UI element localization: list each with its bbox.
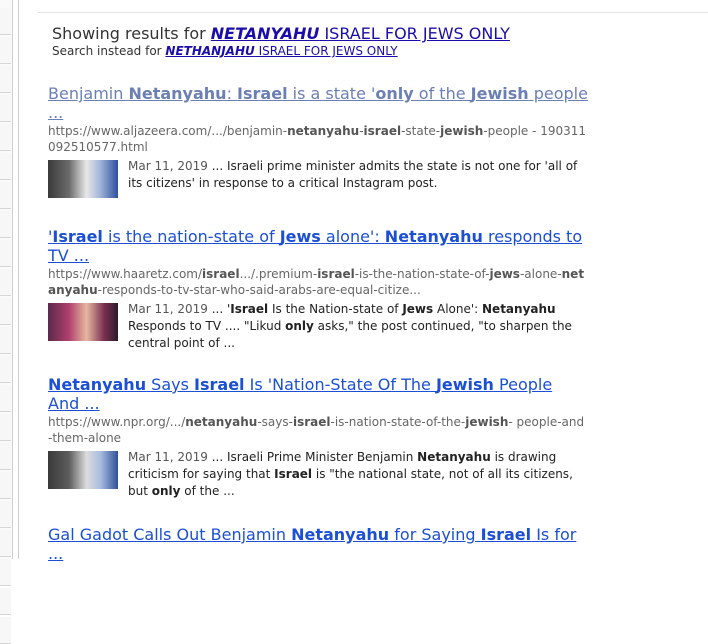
search-results: Showing results for NETANYAHU ISRAEL FOR… xyxy=(48,24,588,563)
result-snippet-row: Mar 11, 2019 ... Israeli Prime Minister … xyxy=(48,449,588,500)
strip-cell xyxy=(0,530,11,557)
result-title-link[interactable]: Gal Gadot Calls Out Benjamin Netanyahu f… xyxy=(48,525,588,563)
strip-cell xyxy=(0,95,11,122)
strip-cell xyxy=(0,588,11,615)
strip-cell xyxy=(0,414,11,441)
strip-cell xyxy=(0,211,11,238)
result-snippet: Mar 11, 2019 ... Israeli prime minister … xyxy=(128,159,578,190)
result-url: https://www.aljazeera.com/.../benjamin-n… xyxy=(48,124,587,154)
spelling-correction: Showing results for NETANYAHU ISRAEL FOR… xyxy=(52,24,588,59)
search-result: Netanyahu Says Israel Is 'Nation-State O… xyxy=(48,375,588,500)
result-snippet: Mar 11, 2019 ... 'Israel Is the Nation-s… xyxy=(128,302,572,350)
strip-cell xyxy=(0,501,11,528)
showing-results-line: Showing results for NETANYAHU ISRAEL FOR… xyxy=(52,24,588,44)
strip-cell xyxy=(0,617,11,644)
result-thumbnail[interactable] xyxy=(48,451,118,489)
strip-cell xyxy=(0,153,11,180)
result-snippet-row: Mar 11, 2019 ... 'Israel Is the Nation-s… xyxy=(48,301,588,352)
strip-cell xyxy=(0,559,11,586)
strip-cell xyxy=(0,472,11,499)
strip-cell xyxy=(0,385,11,412)
result-title-link[interactable]: Benjamin Netanyahu: Israel is a state 'o… xyxy=(48,84,588,122)
thumbnail-image xyxy=(48,451,118,489)
result-date: Mar 11, 2019 xyxy=(128,159,208,173)
strip-cell xyxy=(0,37,11,64)
search-instead-line: Search instead for NETHANJAHU ISRAEL FOR… xyxy=(52,44,588,59)
corrected-query-link[interactable]: NETANYAHU ISRAEL FOR JEWS ONLY xyxy=(211,24,510,43)
result-url: https://www.npr.org/.../netanyahu-says-i… xyxy=(48,415,585,445)
result-snippet-row: Mar 11, 2019 ... Israeli prime minister … xyxy=(48,158,588,198)
result-thumbnail[interactable] xyxy=(48,303,118,341)
result-date: Mar 11, 2019 xyxy=(128,450,208,464)
strip-cell xyxy=(0,182,11,209)
strip-cell xyxy=(0,8,11,35)
showing-prefix: Showing results for xyxy=(52,24,211,43)
thumbnail-image xyxy=(48,303,118,341)
result-snippet: Mar 11, 2019 ... Israeli Prime Minister … xyxy=(128,450,573,498)
strip-cell xyxy=(0,356,11,383)
result-thumbnail[interactable] xyxy=(48,160,118,198)
thumbnail-image xyxy=(48,160,118,198)
result-url: https://www.haaretz.com/israel.../.premi… xyxy=(48,267,585,297)
instead-prefix: Search instead for xyxy=(52,44,166,58)
original-query-link[interactable]: NETHANJAHU ISRAEL FOR JEWS ONLY xyxy=(165,44,397,58)
top-separator xyxy=(38,12,708,13)
search-result: Gal Gadot Calls Out Benjamin Netanyahu f… xyxy=(48,525,588,563)
result-title-link[interactable]: 'Israel is the nation-state of Jews alon… xyxy=(48,227,588,265)
strip-cell xyxy=(0,327,11,354)
strip-cell xyxy=(0,66,11,93)
panel-divider xyxy=(18,0,19,559)
strip-cell xyxy=(0,269,11,296)
search-result: 'Israel is the nation-state of Jews alon… xyxy=(48,227,588,352)
strip-cell xyxy=(0,298,11,325)
strip-cell xyxy=(0,443,11,470)
search-result: Benjamin Netanyahu: Israel is a state 'o… xyxy=(48,84,588,198)
strip-cell xyxy=(0,124,11,151)
strip-cell xyxy=(0,240,11,267)
result-date: Mar 11, 2019 xyxy=(128,302,208,316)
left-scroll-strip xyxy=(0,0,13,644)
result-title-link[interactable]: Netanyahu Says Israel Is 'Nation-State O… xyxy=(48,375,588,413)
